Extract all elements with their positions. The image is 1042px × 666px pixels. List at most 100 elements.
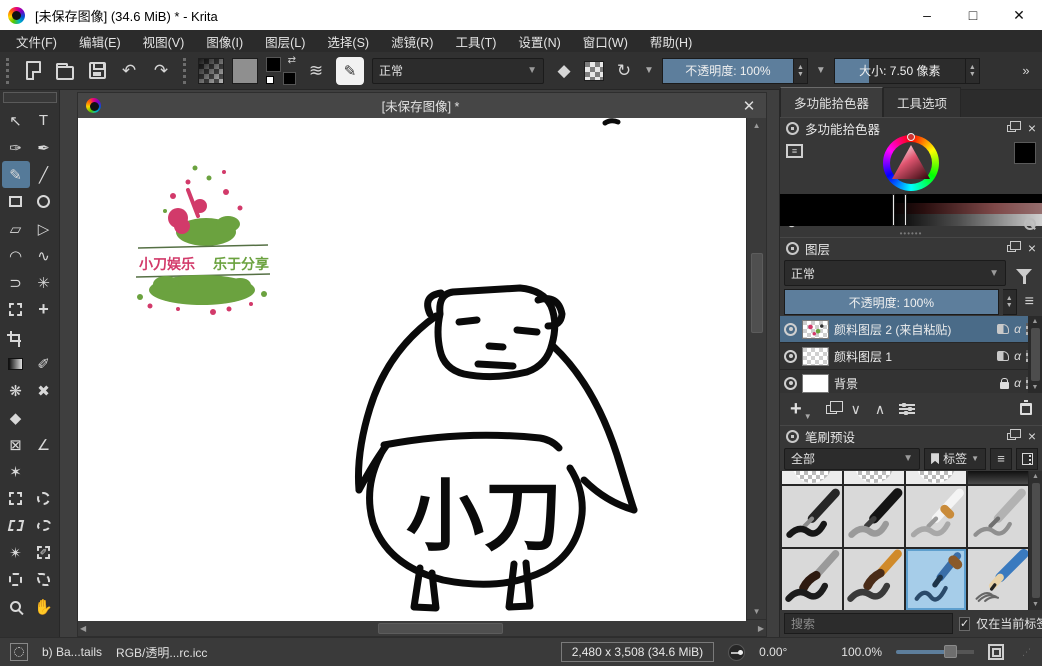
presets-menu-button[interactable]: ≡: [990, 448, 1012, 470]
foreground-color-swatch[interactable]: [266, 57, 281, 72]
tool-polyline[interactable]: ▷: [30, 215, 58, 242]
tool-multibrush[interactable]: ✳: [30, 269, 58, 296]
tool-bezier-curve[interactable]: ◠: [2, 242, 30, 269]
gradient-chooser-button[interactable]: [198, 58, 224, 84]
strip-marker[interactable]: [904, 194, 907, 226]
document-close-icon[interactable]: ✕: [740, 97, 758, 115]
canvas[interactable]: 小刀娱乐 乐于分享: [78, 118, 746, 621]
color-strip-3[interactable]: [780, 214, 1042, 226]
tool-select-contiguous[interactable]: ✴: [2, 539, 30, 566]
canvas-angle-value[interactable]: 0.00°: [759, 645, 787, 659]
float-docker-icon[interactable]: [1007, 125, 1016, 132]
alpha-lock-icon[interactable]: α: [1014, 376, 1021, 390]
color-strip-1[interactable]: [780, 194, 1042, 203]
color-wheel[interactable]: [883, 135, 939, 191]
tool-select-shapes[interactable]: ↖: [2, 107, 30, 134]
swap-colors-icon[interactable]: ⇄: [288, 55, 296, 66]
layer-lock-icon[interactable]: [1000, 382, 1009, 389]
tool-gradient[interactable]: [2, 350, 30, 377]
docker-lock-icon[interactable]: [786, 122, 799, 135]
document-subwindow-titlebar[interactable]: [未保存图像] * ✕: [78, 93, 766, 118]
redo-button[interactable]: ↷: [149, 58, 173, 84]
menu-filter[interactable]: 滤镜(R): [381, 30, 443, 53]
tool-text[interactable]: T: [30, 107, 58, 134]
tool-select-bezier[interactable]: [2, 566, 30, 593]
tool-select-polygonal[interactable]: [2, 512, 30, 539]
float-docker-icon[interactable]: [1007, 245, 1016, 252]
brush-preset-thumbnail[interactable]: [782, 549, 842, 610]
duplicate-layer-button[interactable]: [826, 405, 837, 414]
brush-filter-dropdown[interactable]: 全部 ▼: [784, 448, 920, 470]
open-document-button[interactable]: [53, 58, 77, 84]
strip-marker[interactable]: [892, 194, 895, 226]
delete-layer-button[interactable]: [1020, 403, 1032, 415]
scroll-left-icon[interactable]: ◀: [78, 621, 88, 636]
menu-settings[interactable]: 设置(N): [508, 30, 570, 53]
preserve-alpha-button[interactable]: [584, 61, 604, 81]
tab-tool-options[interactable]: 工具选项: [883, 87, 961, 117]
zoom-slider[interactable]: [896, 650, 974, 654]
tool-reference-images[interactable]: ⊠: [2, 431, 30, 458]
brush-search-input[interactable]: [784, 613, 953, 634]
brush-preset-thumbnail-selected[interactable]: [906, 549, 966, 610]
reload-preset-button[interactable]: ↻: [612, 58, 636, 84]
opacity-spinner[interactable]: ▲▼: [794, 58, 808, 84]
layer-thumbnail[interactable]: [802, 347, 829, 366]
move-layer-up-button[interactable]: ∧: [875, 401, 885, 418]
brush-preset-thumbnail[interactable]: [968, 471, 1028, 484]
tool-freehand-brush[interactable]: ✎: [2, 161, 30, 188]
scroll-right-icon[interactable]: ▶: [756, 621, 766, 636]
layer-row[interactable]: 背景 α: [780, 370, 1042, 393]
new-document-button[interactable]: [21, 58, 45, 84]
tool-smart-patch[interactable]: ✖: [30, 377, 58, 404]
layer-properties-button[interactable]: [899, 404, 915, 414]
tool-rectangle[interactable]: [2, 188, 30, 215]
close-docker-icon[interactable]: ×: [1028, 429, 1036, 443]
scroll-up-icon[interactable]: ▲: [1032, 471, 1039, 482]
tool-edit-shapes[interactable]: ✑: [2, 134, 30, 161]
no-color-icon[interactable]: [1024, 218, 1036, 230]
close-docker-icon[interactable]: ×: [1028, 241, 1036, 255]
layer-row[interactable]: 颜料图层 2 (来自粘贴) α: [780, 316, 1042, 343]
canvas-horizontal-scrollbar[interactable]: ◀ ▶: [78, 619, 766, 636]
tool-line[interactable]: ╱: [30, 161, 58, 188]
color-profile-label[interactable]: RGB/透明...rc.icc: [116, 644, 207, 661]
close-button[interactable]: ✕: [996, 0, 1042, 30]
opacity-slider[interactable]: 不透明度: 100%: [662, 58, 794, 84]
tool-pan[interactable]: ✋: [30, 593, 58, 620]
tool-move[interactable]: +: [30, 296, 58, 323]
blending-mode-dropdown[interactable]: 正常 ▼: [372, 58, 544, 84]
chevron-down-icon[interactable]: ▼: [816, 65, 826, 76]
add-layer-button[interactable]: +▼: [790, 398, 812, 421]
toolbar-drag-handle[interactable]: [6, 58, 11, 84]
zoom-slider-handle[interactable]: [944, 645, 957, 658]
hue-marker[interactable]: [907, 133, 915, 141]
tool-color-sampler[interactable]: ✐: [30, 350, 58, 377]
tool-polygon[interactable]: ▱: [2, 215, 30, 242]
layer-name[interactable]: 背景: [834, 375, 995, 392]
docker-lock-icon[interactable]: [786, 242, 799, 255]
tool-transform[interactable]: [2, 296, 30, 323]
menu-edit[interactable]: 编辑(E): [69, 30, 131, 53]
maximize-button[interactable]: □: [950, 0, 996, 30]
brush-editor-button[interactable]: ✎: [336, 57, 364, 85]
alpha-lock-icon[interactable]: α: [1014, 322, 1021, 336]
pattern-chooser-button[interactable]: [232, 58, 258, 84]
layer-blending-mode-dropdown[interactable]: 正常 ▼: [784, 260, 1006, 286]
tool-pattern-edit[interactable]: ❋: [2, 377, 30, 404]
brush-preset-thumbnail[interactable]: [968, 549, 1028, 610]
toolbar-drag-handle[interactable]: [183, 58, 188, 84]
layer-scroll-thumb[interactable]: [1031, 328, 1040, 381]
save-button[interactable]: [85, 58, 109, 84]
menu-file[interactable]: 文件(F): [6, 30, 67, 53]
docker-lock-icon[interactable]: [786, 430, 799, 443]
toolbar-overflow-button[interactable]: »: [1014, 58, 1038, 84]
close-docker-icon[interactable]: ×: [1028, 121, 1036, 135]
menu-image[interactable]: 图像(I): [196, 30, 253, 53]
presets-view-mode-button[interactable]: [1016, 448, 1038, 470]
brush-size-spinner[interactable]: ▲▼: [966, 58, 980, 84]
fit-page-button[interactable]: [988, 644, 1004, 660]
tool-select-elliptical[interactable]: [30, 485, 58, 512]
brush-grid-scrollbar[interactable]: ▲ ▼: [1029, 471, 1042, 610]
layer-thumbnail[interactable]: [802, 374, 829, 393]
